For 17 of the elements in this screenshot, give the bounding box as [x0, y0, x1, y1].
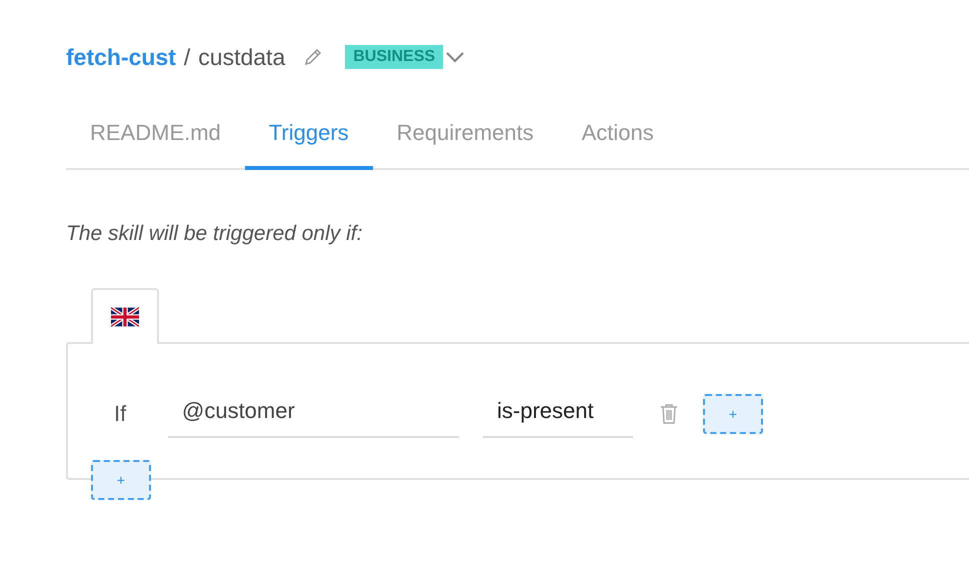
project-link[interactable]: fetch-cust — [66, 44, 176, 70]
tab[interactable]: Actions — [558, 106, 678, 170]
tab[interactable]: README.md — [66, 106, 245, 170]
intro-text: The skill will be triggered only if: — [66, 222, 364, 246]
plan-badge: BUSINESS — [345, 45, 444, 69]
tab[interactable]: Triggers — [244, 106, 373, 170]
language-tab[interactable] — [91, 288, 159, 344]
add-operand-button[interactable]: + — [703, 394, 763, 434]
breadcrumb-separator: / — [184, 44, 190, 70]
trash-icon[interactable] — [659, 403, 679, 425]
uk-flag-icon — [111, 307, 139, 327]
skill-name: custdata — [198, 44, 286, 70]
tab[interactable]: Requirements — [372, 106, 558, 170]
if-label: If — [114, 401, 128, 427]
add-condition-button[interactable]: + — [91, 460, 151, 500]
pencil-icon[interactable] — [303, 47, 324, 67]
chevron-down-icon[interactable] — [445, 51, 466, 63]
